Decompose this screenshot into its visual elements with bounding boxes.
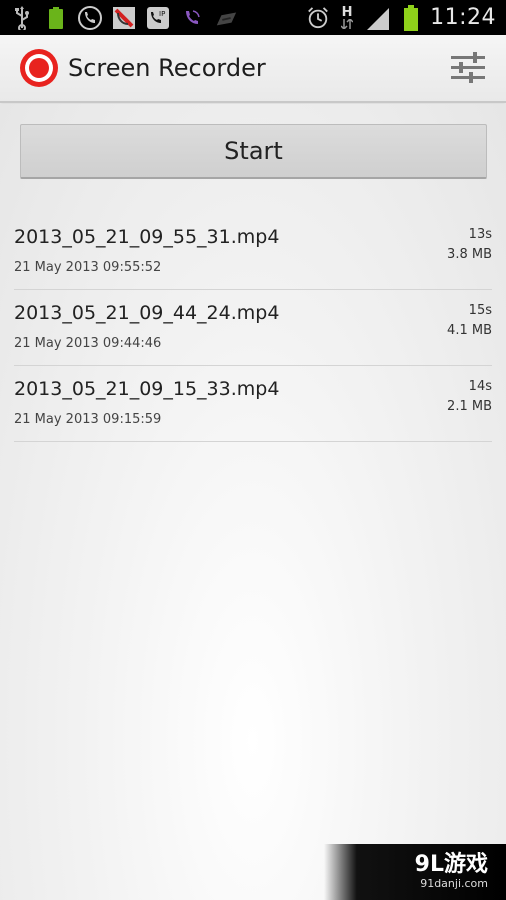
file-date: 21 May 2013 09:55:52 [14, 260, 162, 275]
usb-icon [10, 5, 34, 30]
viber-icon [180, 6, 204, 30]
alarm-icon [306, 6, 330, 30]
status-bar: IP H 11:24 [0, 0, 506, 35]
settings-button[interactable] [448, 48, 488, 88]
start-button[interactable]: Start [20, 124, 487, 179]
missed-call-icon [112, 6, 136, 30]
file-date: 21 May 2013 09:44:46 [14, 336, 162, 351]
watermark-url: 91danji.com [420, 877, 488, 890]
main-content: Start 2013_05_21_09_55_31.mp4 21 May 201… [0, 104, 506, 900]
swipe-icon [214, 6, 238, 30]
voip-icon: IP [146, 6, 170, 30]
watermark-logo: 9L游戏 [414, 852, 488, 877]
signal-icon [364, 6, 392, 30]
file-name: 2013_05_21_09_44_24.mp4 [14, 302, 280, 324]
status-bar-right: H 11:24 [306, 4, 496, 31]
file-size: 3.8 MB [447, 247, 492, 262]
action-bar: Screen Recorder [0, 35, 506, 103]
status-bar-left: IP [10, 5, 238, 30]
watermark: 9L游戏 91danji.com [324, 844, 506, 900]
network-h-icon: H [340, 6, 354, 30]
file-duration: 14s [468, 379, 492, 394]
file-date: 21 May 2013 09:15:59 [14, 412, 162, 427]
sliders-icon [451, 52, 485, 83]
battery-icon [402, 4, 420, 31]
file-name: 2013_05_21_09_15_33.mp4 [14, 378, 280, 400]
file-duration: 13s [468, 227, 492, 242]
network-label: H [341, 5, 353, 20]
list-item[interactable]: 2013_05_21_09_15_33.mp4 21 May 2013 09:1… [14, 366, 492, 442]
status-time: 11:24 [430, 5, 496, 30]
file-size: 2.1 MB [447, 399, 492, 414]
record-icon[interactable] [18, 47, 60, 89]
phone-call-icon [78, 5, 102, 30]
battery-full-icon [44, 6, 68, 30]
list-item[interactable]: 2013_05_21_09_44_24.mp4 21 May 2013 09:4… [14, 290, 492, 366]
svg-text:IP: IP [159, 10, 165, 18]
file-name: 2013_05_21_09_55_31.mp4 [14, 226, 280, 248]
file-duration: 15s [468, 303, 492, 318]
list-item[interactable]: 2013_05_21_09_55_31.mp4 21 May 2013 09:5… [14, 214, 492, 290]
file-size: 4.1 MB [447, 323, 492, 338]
app-title: Screen Recorder [68, 54, 266, 82]
recordings-list: 2013_05_21_09_55_31.mp4 21 May 2013 09:5… [14, 214, 492, 442]
